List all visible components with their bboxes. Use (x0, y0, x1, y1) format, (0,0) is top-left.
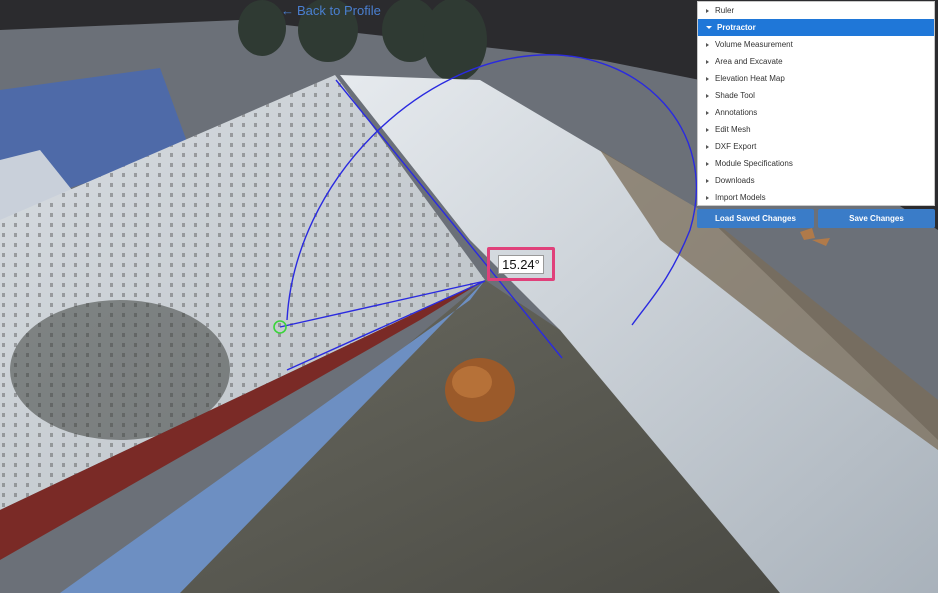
tool-menu-item-label: Edit Mesh (715, 125, 751, 134)
caret-right-icon (706, 76, 709, 81)
arrow-left-icon: ← (281, 3, 294, 18)
tool-menu-item-elevation-heat-map[interactable]: Elevation Heat Map (698, 70, 934, 87)
tool-menu-item-dxf-export[interactable]: DXF Export (698, 138, 934, 155)
caret-right-icon (706, 8, 709, 13)
save-changes-button[interactable]: Save Changes (818, 209, 935, 228)
tool-menu-item-volume-measurement[interactable]: Volume Measurement (698, 36, 934, 53)
caret-right-icon (706, 110, 709, 115)
caret-right-icon (706, 178, 709, 183)
tool-menu-item-area-and-excavate[interactable]: Area and Excavate (698, 53, 934, 70)
caret-down-icon (706, 26, 712, 29)
tool-menu-item-label: Annotations (715, 108, 758, 117)
caret-right-icon (706, 93, 709, 98)
tool-menu-item-ruler[interactable]: Ruler (698, 2, 934, 19)
tool-menu-item-import-models[interactable]: Import Models (698, 189, 934, 206)
caret-right-icon (706, 127, 709, 132)
angle-value: 15.24° (498, 254, 544, 274)
tool-menu-item-label: Module Specifications (715, 159, 793, 168)
tool-menu-item-label: DXF Export (715, 142, 757, 151)
back-link-label: Back to Profile (297, 3, 381, 18)
caret-right-icon (706, 195, 709, 200)
tool-menu-item-shade-tool[interactable]: Shade Tool (698, 87, 934, 104)
tool-menu-item-edit-mesh[interactable]: Edit Mesh (698, 121, 934, 138)
tool-menu-item-label: Ruler (715, 6, 735, 15)
tool-menu-item-annotations[interactable]: Annotations (698, 104, 934, 121)
back-to-profile-link[interactable]: ← Back to Profile (281, 3, 381, 18)
tool-menu-item-label: Area and Excavate (715, 57, 783, 66)
tool-menu-item-label: Volume Measurement (715, 40, 793, 49)
angle-measurement-label: 15.24° (487, 247, 555, 281)
tool-menu-item-label: Import Models (715, 193, 766, 202)
tool-menu-item-module-specifications[interactable]: Module Specifications (698, 155, 934, 172)
tool-menu-item-label: Shade Tool (715, 91, 755, 100)
tool-menu-item-protractor[interactable]: Protractor (698, 19, 934, 36)
tool-menu-item-label: Elevation Heat Map (715, 74, 785, 83)
caret-right-icon (706, 161, 709, 166)
tool-menu-item-downloads[interactable]: Downloads (698, 172, 934, 189)
load-saved-changes-button[interactable]: Load Saved Changes (697, 209, 814, 228)
caret-right-icon (706, 144, 709, 149)
tools-panel: Ruler Protractor Volume Measurement Area an… (697, 1, 935, 206)
caret-right-icon (706, 59, 709, 64)
tool-menu-item-label: Downloads (715, 176, 755, 185)
caret-right-icon (706, 42, 709, 47)
tool-menu-item-label: Protractor (717, 23, 756, 32)
